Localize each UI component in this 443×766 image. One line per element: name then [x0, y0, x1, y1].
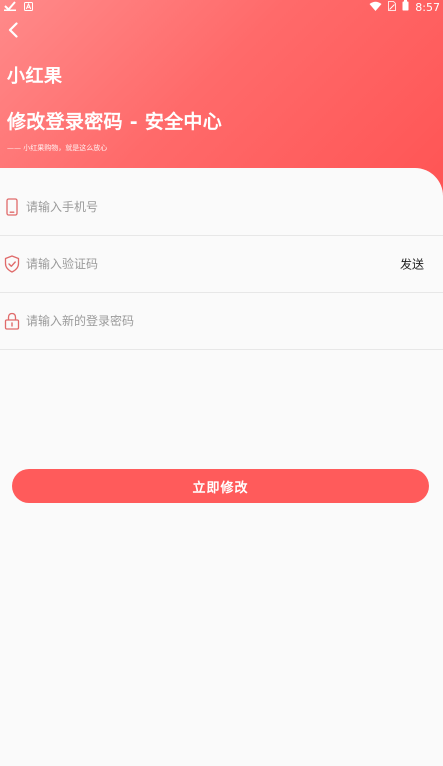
check-notification-icon	[4, 1, 16, 14]
phone-input[interactable]	[26, 196, 386, 218]
status-right-icons: 8:57	[369, 0, 440, 14]
code-input[interactable]	[26, 253, 356, 275]
status-left-icons	[4, 1, 33, 14]
sim-card-icon	[388, 0, 397, 14]
app-notification-icon	[24, 1, 33, 14]
new-password-input[interactable]	[26, 310, 386, 332]
send-code-button[interactable]: 发送	[400, 256, 424, 273]
status-bar: 8:57	[0, 0, 443, 14]
back-button[interactable]	[2, 20, 24, 44]
code-row: 发送	[0, 236, 443, 293]
phone-row	[0, 179, 443, 236]
status-time: 8:57	[415, 0, 440, 14]
chevron-left-icon	[8, 22, 18, 42]
phone-icon	[4, 198, 20, 216]
password-row	[0, 293, 443, 350]
page-title: 修改登录密码 - 安全中心	[7, 111, 223, 133]
app-name: 小红果	[7, 66, 63, 87]
battery-icon	[402, 0, 409, 14]
submit-button[interactable]: 立即修改	[12, 469, 429, 503]
wifi-icon	[369, 1, 382, 14]
slogan: —— 小红果购物，就是这么放心	[7, 144, 108, 152]
shield-check-icon	[4, 255, 20, 273]
form-card: 发送	[0, 168, 443, 766]
lock-icon	[4, 312, 20, 330]
